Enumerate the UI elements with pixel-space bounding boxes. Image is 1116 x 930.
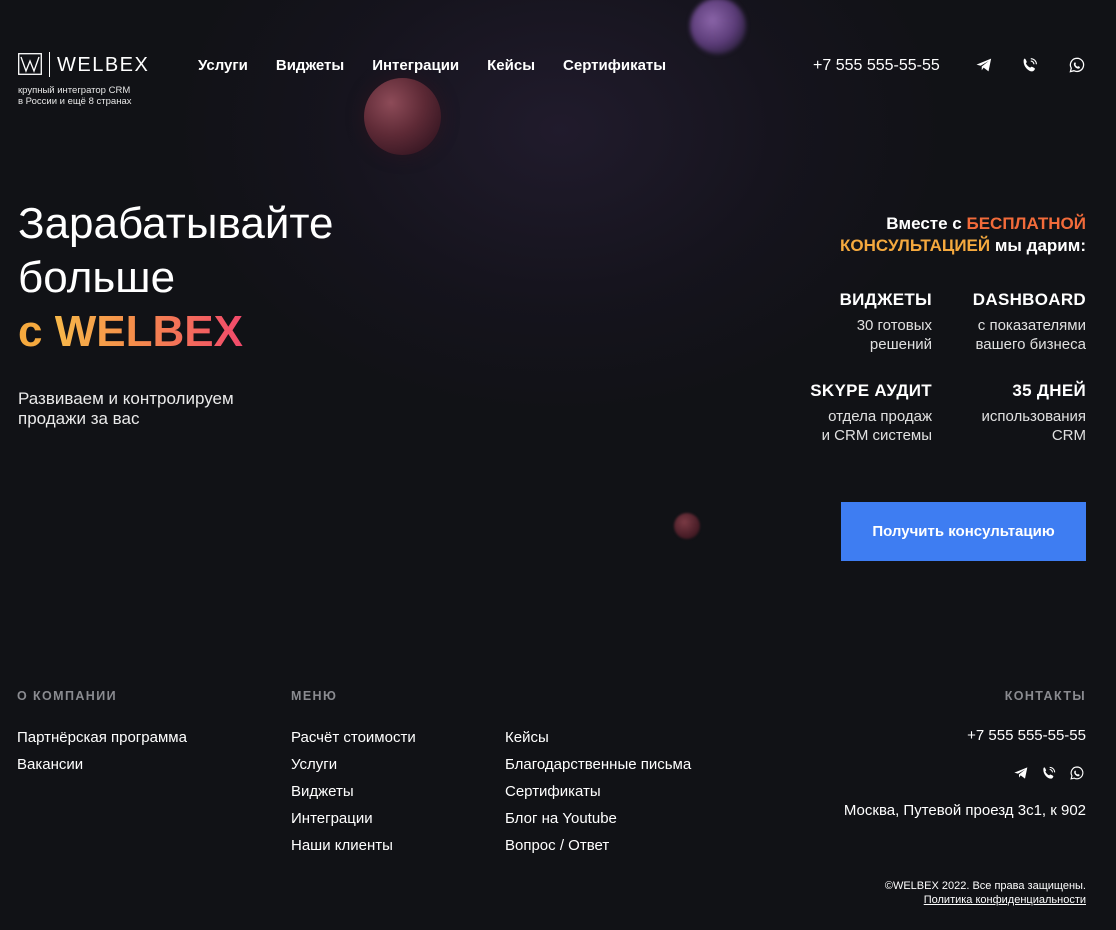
footer-phone[interactable]: +7 555 555-55-55 bbox=[967, 727, 1086, 744]
feature-desc-line1: 30 готовых bbox=[856, 317, 932, 334]
feature-desc: с показателями вашего бизнеса bbox=[973, 316, 1087, 354]
nav-certificates[interactable]: Сертификаты bbox=[563, 57, 666, 74]
tagline-line2: в России и ещё 8 странах bbox=[18, 96, 132, 107]
footer-link-vacancies[interactable]: Вакансии bbox=[17, 751, 187, 778]
feature-desc-line1: отдела продаж bbox=[828, 408, 932, 425]
offer-head-highlight1: БЕСПЛАТНОЙ bbox=[966, 214, 1086, 233]
feature-title: DASHBOARD bbox=[972, 290, 1086, 309]
decorative-orb-top bbox=[690, 0, 746, 54]
footer-about-links: Партнёрская программа Вакансии bbox=[17, 724, 187, 778]
telegram-icon[interactable] bbox=[975, 56, 993, 74]
footer-contacts-heading: КОНТАКТЫ bbox=[1004, 689, 1086, 703]
header-phone[interactable]: +7 555 555-55-55 bbox=[813, 57, 940, 75]
hero-subtitle: Развиваем и контролируем продажи за вас bbox=[18, 389, 234, 429]
feature-desc-line1: использования bbox=[981, 408, 1086, 425]
offer-heading: Вместе с БЕСПЛАТНОЙ КОНСУЛЬТАЦИЕЙ мы дар… bbox=[840, 213, 1086, 257]
footer-address: Москва, Путевой проезд 3с1, к 902 bbox=[843, 802, 1086, 819]
feature-desc: 30 готовых решений bbox=[840, 316, 932, 354]
tagline-line1: крупный интегратор CRM bbox=[18, 85, 131, 96]
footer-link-partner-program[interactable]: Партнёрская программа bbox=[17, 724, 187, 751]
nav-integrations[interactable]: Интеграции bbox=[372, 57, 459, 74]
footer-link-price[interactable]: Расчёт стоимости bbox=[291, 724, 416, 751]
nav-services[interactable]: Услуги bbox=[198, 57, 248, 74]
footer-link-cases[interactable]: Кейсы bbox=[505, 724, 691, 751]
viber-icon[interactable] bbox=[1041, 765, 1057, 781]
feature-desc-line2: и CRM системы bbox=[821, 427, 932, 444]
viber-icon[interactable] bbox=[1021, 56, 1039, 74]
welbex-logo-icon bbox=[18, 53, 42, 75]
feature-desc-line2: решений bbox=[869, 336, 932, 353]
hero-subtitle-line2: продажи за вас bbox=[18, 409, 140, 428]
copyright: ©WELBEX 2022. Все права защищены. bbox=[884, 880, 1086, 892]
logo-divider bbox=[49, 52, 50, 77]
feature-desc: использования CRM bbox=[981, 407, 1086, 445]
feature-35-days: 35 ДНЕЙ использования CRM bbox=[981, 381, 1086, 445]
hero-title-brand-line: с WELBEX bbox=[18, 305, 334, 359]
feature-skype-audit: SKYPE АУДИТ отдела продаж и CRM системы bbox=[810, 381, 932, 445]
feature-dashboard: DASHBOARD с показателями вашего бизнеса bbox=[973, 290, 1086, 354]
nav-widgets[interactable]: Виджеты bbox=[276, 57, 344, 74]
feature-desc: отдела продаж и CRM системы bbox=[810, 407, 932, 445]
offer-head-part2: мы дарим: bbox=[994, 236, 1086, 255]
footer-about-heading: О КОМПАНИИ bbox=[17, 689, 117, 703]
footer-link-widgets[interactable]: Виджеты bbox=[291, 778, 416, 805]
feature-title: ВИДЖЕТЫ bbox=[839, 290, 932, 309]
offer-head-highlight2: КОНСУЛЬТАЦИЕЙ bbox=[840, 236, 991, 255]
get-consultation-button[interactable]: Получить консультацию bbox=[841, 502, 1086, 561]
feature-desc-line2: CRM bbox=[1051, 427, 1086, 444]
footer-menu-heading: МЕНЮ bbox=[291, 689, 338, 703]
telegram-icon[interactable] bbox=[1013, 765, 1029, 781]
feature-desc-line2: вашего бизнеса bbox=[975, 336, 1087, 353]
feature-title: SKYPE АУДИТ bbox=[810, 381, 932, 400]
whatsapp-icon[interactable] bbox=[1069, 765, 1085, 781]
hero-subtitle-line1: Развиваем и контролируем bbox=[18, 389, 234, 408]
logo-text: WELBEX bbox=[57, 54, 150, 76]
footer-menu-col1: Расчёт стоимости Услуги Виджеты Интеграц… bbox=[291, 724, 416, 859]
footer-menu-col2: Кейсы Благодарственные письма Сертификат… bbox=[505, 724, 691, 859]
main-nav: Услуги Виджеты Интеграции Кейсы Сертифик… bbox=[198, 57, 666, 74]
hero-title-line1: Зарабатывайте bbox=[18, 199, 334, 248]
privacy-policy-link[interactable]: Политика конфиденциальности bbox=[924, 894, 1086, 906]
logo-tagline: крупный интегратор CRM в России и ещё 8 … bbox=[18, 85, 131, 107]
footer-link-clients[interactable]: Наши клиенты bbox=[291, 832, 416, 859]
footer-link-integrations[interactable]: Интеграции bbox=[291, 805, 416, 832]
hero-title: Зарабатывайте больше с WELBEX bbox=[18, 197, 334, 359]
feature-widgets: ВИДЖЕТЫ 30 готовых решений bbox=[840, 290, 932, 354]
footer-link-faq[interactable]: Вопрос / Ответ bbox=[505, 832, 691, 859]
footer-link-thank-you-letters[interactable]: Благодарственные письма bbox=[505, 751, 691, 778]
whatsapp-icon[interactable] bbox=[1068, 56, 1086, 74]
hero-title-brand: WELBEX bbox=[54, 307, 243, 356]
footer-link-services[interactable]: Услуги bbox=[291, 751, 416, 778]
feature-desc-line1: с показателями bbox=[977, 317, 1086, 334]
offer-head-part1: Вместе с bbox=[886, 214, 962, 233]
feature-title: 35 ДНЕЙ bbox=[1012, 381, 1086, 400]
decorative-orb-small bbox=[674, 513, 700, 539]
footer-link-certificates[interactable]: Сертификаты bbox=[505, 778, 691, 805]
footer-link-youtube-blog[interactable]: Блог на Youtube bbox=[505, 805, 691, 832]
hero-title-prefix: с bbox=[18, 307, 43, 356]
hero-title-line2: больше bbox=[18, 253, 176, 302]
nav-cases[interactable]: Кейсы bbox=[487, 57, 535, 74]
decorative-orb-large bbox=[364, 78, 441, 155]
